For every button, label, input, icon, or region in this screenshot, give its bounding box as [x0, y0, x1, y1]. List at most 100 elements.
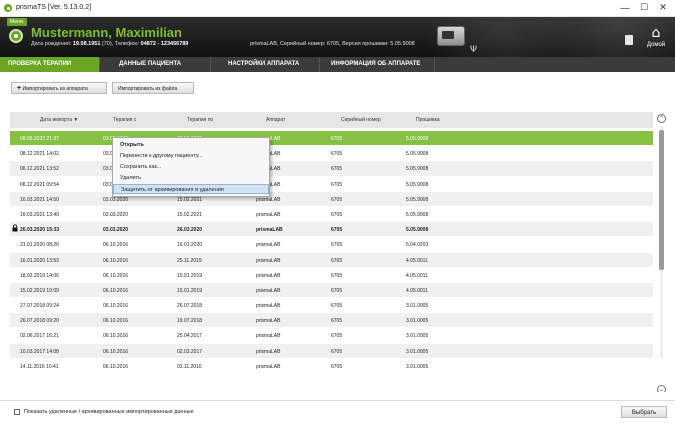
cell-serial: 6705 [331, 166, 343, 173]
cell-serial: 6705 [331, 257, 343, 264]
cell-device: prismaLAB [256, 272, 281, 279]
table-row[interactable]: 06.12.2021 13:5203.03.202006.12.2021pris… [10, 161, 653, 177]
table-row[interactable]: 02.06.2017 16:21 06.10.2016 25.04.2017 pris… [10, 328, 653, 344]
col-therapy-from[interactable]: Терапия с [113, 117, 136, 123]
import-from-file-button[interactable]: Импортировать из файла [112, 82, 194, 94]
cell-device: prismaLAB [256, 242, 281, 249]
table-row[interactable]: 26.07.2018 09:20 06.10.2016 19.07.2018 pris… [10, 313, 653, 329]
table-row[interactable]: 08.12.2021 14:0203.03.202006.12.2021pris… [10, 146, 653, 162]
table-row[interactable]: 08.06.2022 21:3703.03.202008.06.2022pris… [10, 131, 653, 147]
cell-firmware: 3.01.0005 [406, 318, 429, 325]
scrollbar-thumb[interactable] [659, 130, 664, 270]
toolbar: + Импортировать из аппарата Импортироват… [0, 72, 675, 100]
main-tabs: ПРОВЕРКА ТЕРАПИИ ДАННЫЕ ПАЦИЕНТА НАСТРОЙ… [0, 57, 675, 72]
cell-import-date: 08.12.2021 14:02 [20, 151, 59, 158]
cell-device: prismaLAB [256, 333, 281, 340]
cell-therapy-to: 26.07.2018 [177, 303, 203, 310]
cell-serial: 6705 [331, 196, 343, 203]
table-row[interactable]: 27.07.2018 09:24 06.10.2016 26.07.2018 pris… [10, 298, 653, 314]
col-firmware[interactable]: Прошивка [416, 117, 440, 123]
patient-header: Меню Mustermann, Maximilian Дата рождени… [0, 17, 675, 57]
close-button[interactable]: ✕ [652, 2, 674, 15]
cell-device: prismaLAB [256, 257, 281, 264]
col-therapy-to[interactable]: Терапия по [187, 117, 213, 123]
tab-device-settings[interactable]: НАСТРОЙКИ АППАРАТА [220, 57, 320, 72]
cell-import-date: 06.12.2021 09:54 [20, 181, 59, 188]
patient-name: Mustermann, Maximilian [31, 25, 182, 40]
title-bar: prismaTS [Ver. 5.13.0.2] — ☐ ✕ [0, 0, 675, 17]
cell-therapy-from: 06.10.2016 [103, 363, 129, 370]
table-row[interactable]: 15.02.2019 10:09 06.10.2016 15.01.2019 pris… [10, 282, 653, 299]
table-row[interactable]: 16.03.2021 14:50 03.03.2020 15.02.2021 pris… [10, 191, 653, 207]
cell-therapy-from: 06.10.2016 [103, 303, 129, 310]
cell-device: prismaLAB [256, 318, 281, 325]
cell-firmware: 3.01.0005 [406, 303, 429, 310]
tab-patient-data[interactable]: ДАННЫЕ ПАЦИЕНТА [111, 57, 211, 72]
cell-import-date: 26.03.2020 15:33 [20, 227, 60, 234]
menu-item-save-as[interactable]: Сохранить как... [113, 162, 269, 172]
cell-import-date: 27.07.2018 09:24 [20, 303, 59, 310]
col-device[interactable]: Аппарат [266, 117, 285, 123]
menu-item-delete[interactable]: Удалить [113, 173, 269, 183]
cell-therapy-to: 26.03.2020 [177, 227, 203, 234]
cell-firmware: 4.05.0011 [406, 287, 428, 294]
context-menu: Открыть Перенести к другому пациенту... … [112, 137, 270, 197]
cell-serial: 6705 [331, 287, 343, 294]
cell-therapy-to: 15.02.2021 [177, 211, 203, 218]
menu-button[interactable]: Меню [7, 18, 27, 26]
plus-icon: + [17, 85, 22, 92]
cell-device: prismaLAB [256, 196, 281, 203]
tab-device-info[interactable]: ИНФОРМАЦИЯ ОБ АППАРАТЕ [323, 57, 435, 72]
cell-therapy-from: 06.10.2016 [103, 242, 129, 249]
cell-device: prismaLAB [256, 227, 283, 234]
col-import-date[interactable]: Дата импорта ▼ [40, 117, 78, 123]
usb-icon: Ψ [470, 45, 478, 55]
phone-label: Телефон: [114, 41, 140, 47]
cell-import-date: 16.03.2021 14:50 [20, 196, 59, 203]
patient-status-icon [9, 29, 23, 43]
table-row[interactable]: 26.03.2020 15:33 03.03.2020 26.03.2020 pris… [10, 222, 653, 238]
cell-firmware: 5.05.9008 [406, 151, 429, 158]
cell-import-date: 18.02.2019 14:06 [20, 272, 59, 279]
cell-firmware: 5.05.9008 [406, 196, 429, 203]
table-row[interactable]: 16.03.2021 13:49 03.03.2020 15.02.2021 pris… [10, 206, 653, 223]
table-row[interactable]: 21.01.2020 08:26 06.10.2016 16.01.2020 pris… [10, 237, 653, 253]
table-row[interactable]: 16.01.2020 13:53 06.10.2016 25.11.2019 pris… [10, 252, 653, 268]
tab-therapy-review[interactable]: ПРОВЕРКА ТЕРАПИИ [0, 57, 100, 72]
menu-item-open[interactable]: Открыть [113, 140, 269, 150]
menu-item-move-to-patient[interactable]: Перенести к другому пациенту... [113, 151, 269, 161]
cell-import-date: 10.03.2017 14:08 [20, 348, 59, 355]
table-row[interactable]: 06.12.2021 09:5403.03.202006.12.2021pris… [10, 176, 653, 192]
menu-item-protect[interactable]: Защитить от архивирования и удаления [113, 184, 269, 194]
dob-label: Дата рождения: [31, 41, 72, 47]
cell-serial: 6705 [331, 333, 343, 340]
table-row[interactable]: 18.02.2019 14:06 06.10.2016 15.01.2019 pris… [10, 267, 653, 283]
home-button[interactable]: ⌂ Домой [642, 25, 670, 53]
import-from-device-button[interactable]: + Импортировать из аппарата [11, 82, 107, 94]
col-serial[interactable]: Серийный номер [341, 117, 381, 123]
table-row[interactable]: 10.03.2017 14:08 06.10.2016 02.03.2017 pris… [10, 343, 653, 359]
footer: Показать удаленные / архивированные импо… [0, 400, 675, 425]
scroll-up-button[interactable]: ⌃ [657, 114, 666, 123]
cell-import-date: 02.06.2017 16:21 [20, 333, 59, 340]
cell-firmware: 5.05.9008 [406, 211, 429, 218]
cell-therapy-from: 06.10.2016 [103, 272, 129, 279]
cell-therapy-from: 03.03.2020 [103, 196, 129, 203]
sd-card-icon[interactable] [625, 35, 633, 45]
show-deleted-checkbox[interactable] [14, 409, 20, 415]
cell-therapy-from: 06.10.2016 [103, 287, 129, 294]
cell-firmware: 4.05.0011 [406, 257, 428, 264]
cell-therapy-from: 06.10.2016 [103, 257, 129, 264]
cell-serial: 6705 [331, 136, 343, 142]
table-row[interactable]: 14.11.2016 10:41 06.10.2016 03.11.2016 pris… [10, 358, 653, 374]
import-from-device-label: Импортировать из аппарата [22, 86, 88, 92]
select-button[interactable]: Выбрать [621, 406, 667, 418]
cell-import-date: 06.12.2021 13:52 [20, 166, 59, 173]
cell-serial: 6705 [331, 227, 343, 234]
patient-details: Дата рождения: 19.08.1951 (70), Телефон:… [31, 41, 188, 47]
scroll-down-button[interactable]: ⌄ [657, 385, 666, 392]
cell-import-date: 15.02.2019 10:09 [20, 287, 59, 294]
cell-device: prismaLAB [256, 287, 281, 294]
cell-serial: 6705 [331, 211, 343, 218]
cell-serial: 6705 [331, 151, 343, 158]
